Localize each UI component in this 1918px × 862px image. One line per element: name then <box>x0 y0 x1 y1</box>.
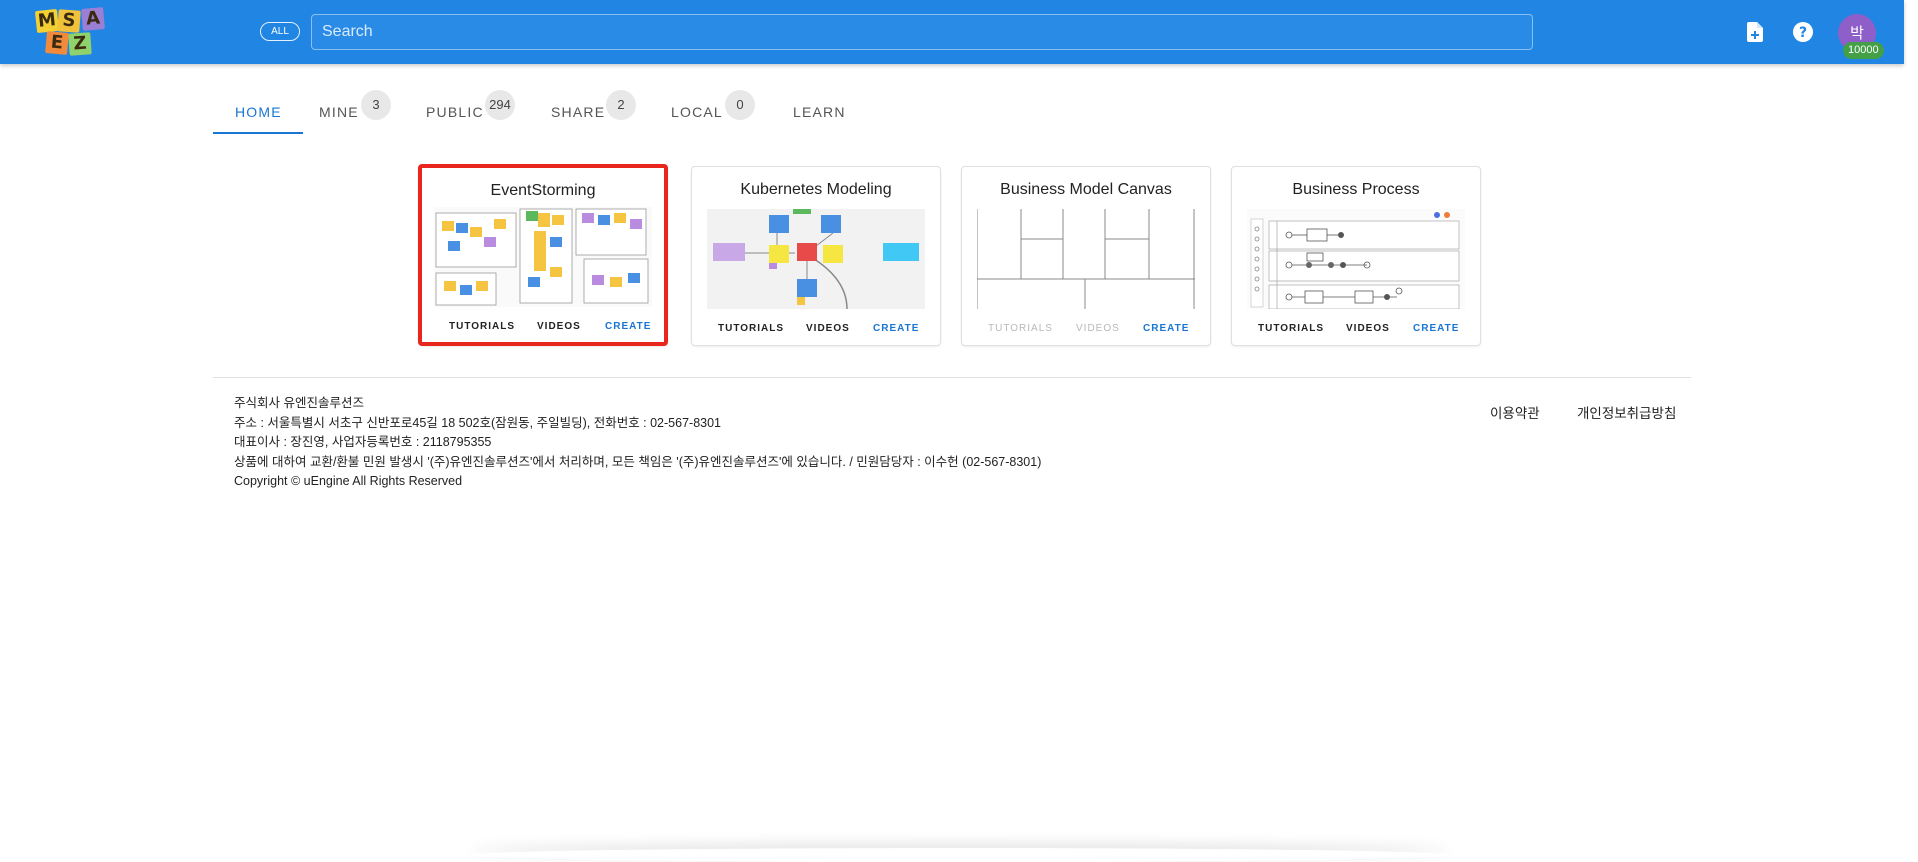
create-button[interactable]: CREATE <box>1413 323 1459 334</box>
search-input[interactable] <box>312 15 1532 49</box>
tab-label: LOCAL <box>671 104 723 120</box>
tab-local[interactable]: LOCAL 0 <box>671 86 755 136</box>
card-actions: TUTORIALS VIDEOS CREATE <box>692 323 940 339</box>
privacy-policy-link[interactable]: 개인정보취급방침 <box>1577 402 1676 422</box>
company-info: 주식회사 유엔진솔루션즈 주소 : 서울특별시 서초구 신반포로45길 18 5… <box>234 394 1041 492</box>
company-address: 주소 : 서울특별시 서초구 신반포로45길 18 502호(잠원동, 주일빌딩… <box>234 415 722 430</box>
tutorials-button[interactable]: TUTORIALS <box>1258 323 1324 334</box>
app-bar: M S A E Z ALL ? 박 10000 <box>0 0 1904 64</box>
videos-button[interactable]: VIDEOS <box>1346 323 1390 334</box>
tab-public[interactable]: PUBLIC 294 <box>426 86 515 136</box>
tutorials-button[interactable]: TUTORIALS <box>718 323 784 334</box>
tab-label: HOME <box>235 104 282 120</box>
help-icon[interactable]: ? <box>1791 20 1815 44</box>
create-button[interactable]: CREATE <box>605 321 651 332</box>
tab-mine[interactable]: MINE 3 <box>319 86 391 136</box>
new-file-icon[interactable] <box>1743 20 1767 44</box>
search-scope-all-button[interactable]: ALL <box>260 22 300 41</box>
tab-count-badge: 0 <box>725 90 755 120</box>
credit-badge: 10000 <box>1843 42 1884 59</box>
card-title: Kubernetes Modeling <box>740 181 892 198</box>
logo-letter-e: E <box>45 31 69 55</box>
card-title: EventStorming <box>490 182 596 199</box>
tab-label: PUBLIC <box>426 104 484 120</box>
kubernetes-preview-image <box>707 209 925 309</box>
videos-button: VIDEOS <box>1076 323 1120 334</box>
create-button[interactable]: CREATE <box>873 323 919 334</box>
terms-link[interactable]: 이용약관 <box>1490 402 1540 422</box>
tab-label: MINE <box>319 104 359 120</box>
tutorials-button[interactable]: TUTORIALS <box>449 321 515 332</box>
tab-count-badge: 294 <box>485 90 515 120</box>
logo-letter-s: S <box>57 9 81 33</box>
card-eventstorming[interactable]: EventStorming TUTORIALS VIDEOS CREATE <box>418 164 668 346</box>
search-field[interactable] <box>311 14 1533 50</box>
card-title: Business Model Canvas <box>1000 181 1172 198</box>
logo-letter-z: Z <box>68 32 92 56</box>
tab-home[interactable]: HOME <box>235 86 282 136</box>
card-business-process[interactable]: Business Process TUTORIALS VIDEOS CREATE <box>1231 166 1481 346</box>
tutorials-button: TUTORIALS <box>988 323 1053 334</box>
msaez-logo[interactable]: M S A E Z <box>34 7 126 56</box>
card-title: Business Process <box>1292 181 1420 198</box>
business-model-canvas-preview-image <box>977 209 1195 309</box>
videos-button[interactable]: VIDEOS <box>537 321 581 332</box>
footer-divider <box>213 377 1691 378</box>
videos-button[interactable]: VIDEOS <box>806 323 850 334</box>
copyright: Copyright © uEngine All Rights Reserved <box>234 474 463 488</box>
tab-count-badge: 3 <box>361 90 391 120</box>
card-kubernetes-modeling[interactable]: Kubernetes Modeling TUTORIALS VIDEOS CRE… <box>691 166 941 346</box>
svg-text:?: ? <box>1799 25 1807 41</box>
logo-letter-a: A <box>81 7 105 31</box>
tab-label: LEARN <box>793 104 846 120</box>
tab-share[interactable]: SHARE 2 <box>551 86 636 136</box>
active-tab-indicator <box>213 132 303 134</box>
company-ceo: 대표이사 : 장진영, 사업자등록번호 : 2118795355 <box>234 435 492 449</box>
card-actions: TUTORIALS VIDEOS CREATE <box>962 323 1210 339</box>
main-tabs: HOME MINE 3 PUBLIC 294 SHARE 2 LOCAL 0 L… <box>213 86 1693 136</box>
card-business-model-canvas[interactable]: Business Model Canvas TUTORIALS VIDEOS C… <box>961 166 1211 346</box>
card-actions: TUTORIALS VIDEOS CREATE <box>422 321 664 337</box>
tab-label: SHARE <box>551 104 606 120</box>
tab-learn[interactable]: LEARN <box>793 86 846 136</box>
company-name: 주식회사 유엔진솔루션즈 <box>234 396 364 410</box>
card-actions: TUTORIALS VIDEOS CREATE <box>1232 323 1480 339</box>
refund-notice: 상품에 대하여 교환/환불 민원 발생시 '(주)유엔진솔루션즈'에서 처리하며… <box>234 454 1042 469</box>
create-button[interactable]: CREATE <box>1143 323 1189 334</box>
eventstorming-preview-image <box>434 207 652 307</box>
tab-count-badge: 2 <box>606 90 636 120</box>
business-process-preview-image <box>1247 209 1465 309</box>
logo-letter-m: M <box>34 8 60 34</box>
